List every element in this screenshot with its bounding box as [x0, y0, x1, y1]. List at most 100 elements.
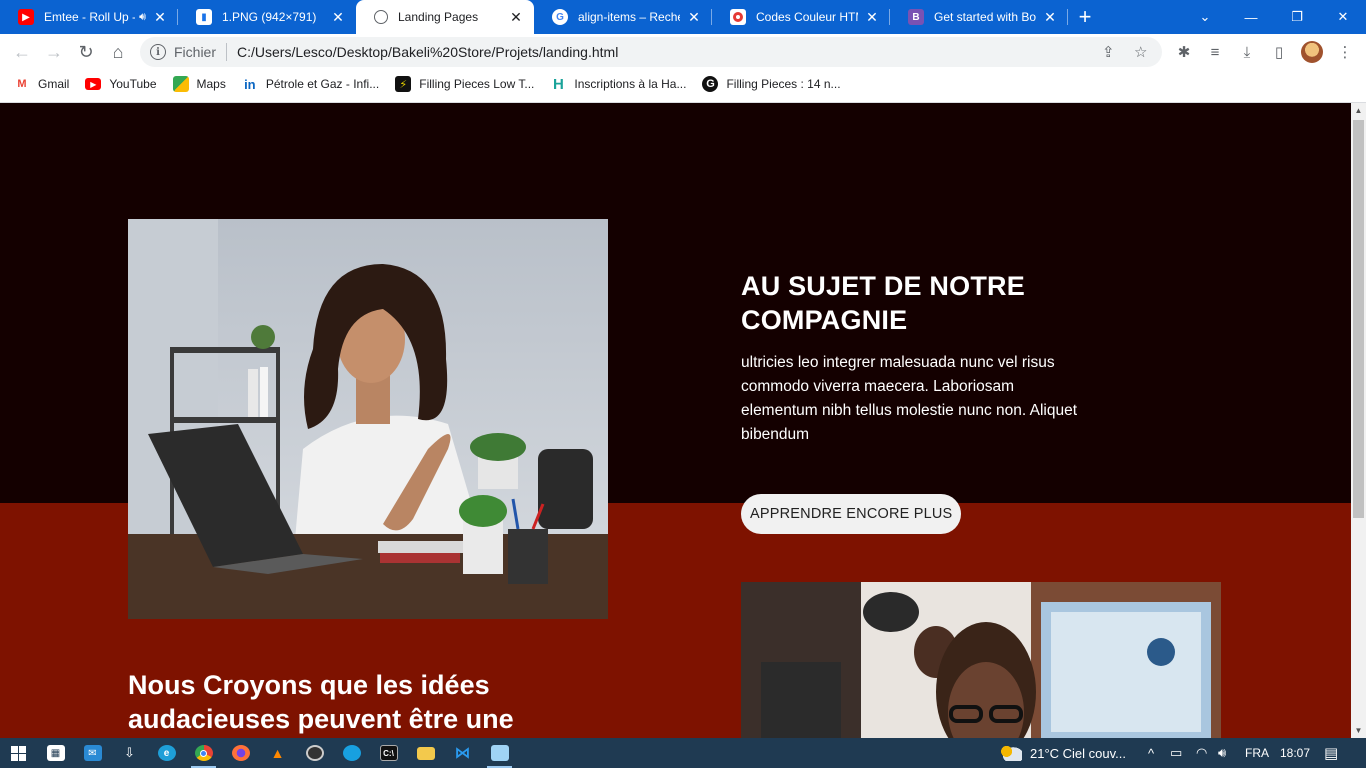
mail-app-icon[interactable]: ✉	[74, 738, 111, 768]
weather-text: 21°C Ciel couv...	[1030, 745, 1126, 761]
woman-laptop-photo	[128, 219, 608, 619]
notepad-icon[interactable]	[481, 738, 518, 768]
red-target-icon	[730, 9, 746, 25]
globe-icon	[374, 10, 388, 24]
bootstrap-icon: B	[908, 9, 924, 25]
about-text: ultricies leo integrer malesuada nunc ve…	[741, 354, 1078, 443]
show-hidden-icons[interactable]: ^	[1148, 738, 1154, 768]
youtube-icon: ▶	[18, 9, 34, 25]
tab-bootstrap[interactable]: B Get started with Boot ✕	[890, 0, 1068, 34]
tab-title: Emtee - Roll Up -	[44, 10, 136, 24]
firefox-icon[interactable]	[222, 738, 259, 768]
info-icon[interactable]: i	[150, 44, 166, 60]
g-icon: G	[702, 76, 719, 92]
bookmark-gmail[interactable]: M Gmail	[14, 76, 69, 92]
scroll-down-icon[interactable]: ▼	[1351, 723, 1366, 738]
connect-app-icon[interactable]: ⇩	[111, 738, 148, 768]
browser-toolbar: ← → ↻ ⌂ i Fichier C:/Users/Lesco/Desktop…	[0, 34, 1366, 70]
tab-title: Get started with Boot	[934, 10, 1036, 24]
back-icon[interactable]: ←	[6, 36, 38, 68]
file-explorer-icon[interactable]	[407, 738, 444, 768]
image-icon: ▮	[196, 9, 212, 25]
bookmark-inscriptions[interactable]: H Inscriptions à la Ha...	[550, 76, 687, 93]
obs-icon[interactable]	[296, 738, 333, 768]
battery-icon[interactable]: ▭	[1170, 738, 1182, 768]
url-text[interactable]: C:/Users/Lesco/Desktop/Bakeli%20Store/Pr…	[237, 44, 618, 60]
chrome-icon[interactable]	[185, 738, 222, 768]
clock[interactable]: 18:07	[1280, 738, 1310, 768]
speaker-icon[interactable]: 🔊︎	[139, 11, 146, 24]
edge-icon[interactable]: e	[148, 738, 185, 768]
vscode-icon[interactable]: ⋈	[444, 738, 481, 768]
gmail-icon: M	[17, 78, 27, 90]
share-icon[interactable]: ⇪	[1102, 43, 1115, 61]
bookmark-filling-pieces-2[interactable]: G Filling Pieces : 14 n...	[702, 76, 841, 92]
calendar-app-icon[interactable]: ▦	[37, 738, 74, 768]
bookmark-maps[interactable]: Maps	[172, 76, 226, 92]
cloud-sun-icon	[1000, 745, 1022, 761]
office-photo	[741, 582, 1221, 738]
bookmarks-bar: M Gmail ▶ YouTube Maps in Pétrole et Gaz…	[0, 70, 1366, 98]
scheme-label: Fichier	[174, 44, 217, 60]
close-tab-icon[interactable]: ✕	[864, 9, 880, 26]
tab-image[interactable]: ▮ 1.PNG (942×791) ✕	[178, 0, 356, 34]
youtube-icon: ▶	[85, 78, 102, 90]
bookmark-label: Gmail	[38, 77, 70, 91]
close-tab-icon[interactable]: ✕	[330, 9, 346, 26]
close-tab-icon[interactable]: ✕	[1042, 9, 1058, 26]
scroll-up-icon[interactable]: ▲	[1351, 103, 1366, 118]
bookmark-label: Inscriptions à la Ha...	[574, 77, 687, 91]
minimize-icon[interactable]: —	[1228, 0, 1274, 34]
bookmark-label: YouTube	[109, 77, 157, 91]
volume-icon[interactable]: 🔊︎	[1218, 738, 1226, 768]
windows-taskbar: ▦ ✉ ⇩ e ▲ C:\ ⋈	[0, 738, 1366, 768]
tab-title: Landing Pages	[398, 10, 479, 24]
tab-title: align-items – Recherch	[578, 10, 680, 24]
page-scrollbar[interactable]: ▲ ▼	[1351, 103, 1366, 738]
linkedin-icon: in	[244, 76, 256, 92]
close-tab-icon[interactable]: ✕	[152, 9, 168, 26]
bookmark-label: Filling Pieces Low T...	[419, 77, 535, 91]
tab-google-search[interactable]: G align-items – Recherch ✕	[534, 0, 712, 34]
windows-start-icon[interactable]	[0, 738, 37, 768]
tab-landing-pages[interactable]: Landing Pages ✕	[356, 0, 534, 34]
close-tab-icon[interactable]: ✕	[686, 9, 702, 26]
language-indicator[interactable]: FRA	[1245, 738, 1269, 768]
restore-icon[interactable]: ❐	[1274, 0, 1320, 34]
bookmark-youtube[interactable]: ▶ YouTube	[85, 77, 157, 91]
learn-more-button[interactable]: APPRENDRE ENCORE PLUS	[741, 494, 962, 534]
side-panel-icon[interactable]: ▯	[1264, 34, 1294, 70]
star-icon[interactable]: ☆	[1134, 43, 1147, 61]
bookmark-label: Maps	[196, 77, 226, 91]
close-tab-icon[interactable]: ✕	[508, 9, 524, 26]
home-icon[interactable]: ⌂	[102, 36, 134, 68]
app-blue-icon[interactable]	[333, 738, 370, 768]
profile-avatar[interactable]	[1297, 34, 1327, 70]
wifi-icon[interactable]: ◠	[1196, 738, 1207, 768]
bookmark-petrole[interactable]: in Pétrole et Gaz - Infi...	[242, 76, 379, 92]
filling-pieces-icon: ⚡︎	[395, 76, 412, 92]
tab-search-icon[interactable]: ⌄	[1182, 0, 1228, 34]
download-icon[interactable]: ⤓	[1232, 34, 1262, 70]
tab-color-codes[interactable]: Codes Couleur HTML ✕	[712, 0, 890, 34]
scrollbar-thumb[interactable]	[1353, 120, 1364, 518]
close-window-icon[interactable]: ✕	[1320, 0, 1366, 34]
weather-widget[interactable]: 21°C Ciel couv...	[1000, 738, 1126, 768]
believe-heading: Nous Croyons que les idées audacieuses p…	[128, 670, 514, 734]
new-tab-button[interactable]: +	[1068, 0, 1102, 34]
menu-icon[interactable]: ⋮	[1330, 34, 1360, 70]
tab-youtube[interactable]: ▶ Emtee - Roll Up - 🔊︎ ✕	[0, 0, 178, 34]
extensions-icon[interactable]: ✱	[1169, 34, 1199, 70]
bookmark-filling-pieces[interactable]: ⚡︎ Filling Pieces Low T...	[395, 76, 534, 92]
address-bar[interactable]: i Fichier C:/Users/Lesco/Desktop/Bakeli%…	[140, 37, 1162, 67]
vlc-icon[interactable]: ▲	[259, 738, 296, 768]
bookmark-label: Filling Pieces : 14 n...	[726, 77, 841, 91]
forward-icon[interactable]: →	[38, 36, 70, 68]
notification-icon[interactable]: ▤	[1324, 738, 1338, 768]
media-icon[interactable]: ≡	[1200, 34, 1230, 70]
reload-icon[interactable]: ↻	[70, 36, 102, 68]
terminal-icon[interactable]: C:\	[370, 738, 407, 768]
photo-illustration	[741, 582, 1221, 738]
page-viewport: AU SUJET DE NOTRE COMPAGNIE ultricies le…	[0, 103, 1351, 738]
bookmark-label: Pétrole et Gaz - Infi...	[265, 77, 380, 91]
